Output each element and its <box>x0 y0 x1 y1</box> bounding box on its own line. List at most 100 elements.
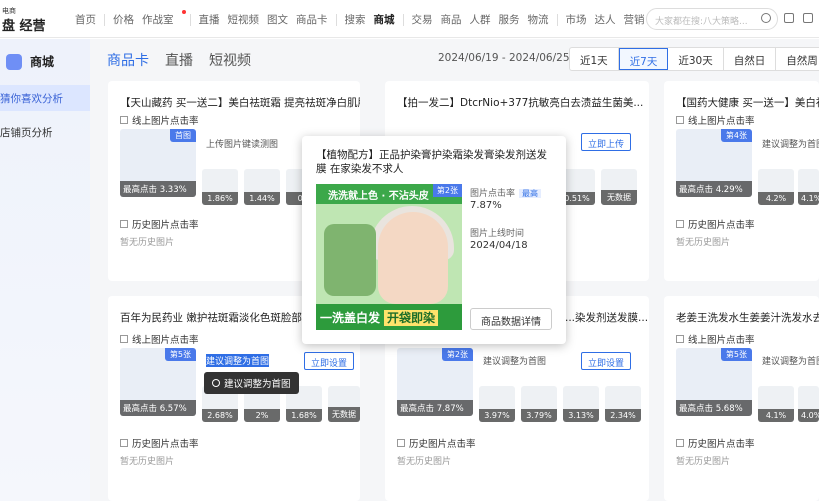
nav-item-warroom-label: 作战室 <box>142 14 174 26</box>
alt-image[interactable]: 3.79% <box>521 386 557 422</box>
checkbox-icon[interactable] <box>676 335 684 343</box>
nav-item-mall[interactable]: 商城 <box>374 12 395 27</box>
nav-item-marketing[interactable]: 营销 <box>624 12 645 27</box>
alt-image[interactable]: 4.1% <box>758 386 794 422</box>
set-now-button[interactable]: 立即设置 <box>581 352 632 370</box>
range-30d[interactable]: 近30天 <box>668 48 724 70</box>
alt-image[interactable]: 4.1% <box>798 169 819 205</box>
nav-item-product[interactable]: 商品 <box>441 12 462 27</box>
nav-item-live[interactable]: 直播 <box>199 12 220 27</box>
nav-item-home[interactable]: 首页 <box>75 12 96 27</box>
click-rate-label: 图片点击率 最高 <box>470 186 542 199</box>
checkbox-icon[interactable] <box>676 439 684 447</box>
alt-image-rate: 4.0% <box>798 409 819 422</box>
range-7d[interactable]: 近7天 <box>618 48 669 70</box>
product-data-detail-button[interactable]: 商品数据详情 <box>470 308 552 330</box>
nav-divider <box>335 13 337 26</box>
nav-item-talent[interactable]: 达人 <box>595 12 616 27</box>
image-badge: 第2张 <box>432 184 462 197</box>
message-icon[interactable] <box>803 13 813 23</box>
nav-item-product-card[interactable]: 商品卡 <box>296 12 328 27</box>
history-rate-label: 历史图片点击率 <box>120 217 199 231</box>
search-icon <box>212 379 220 387</box>
image-caption: 最高点击 4.29% <box>676 181 752 197</box>
checkbox-icon[interactable] <box>120 116 128 124</box>
main-image[interactable]: 首图 最高点击 3.33% <box>120 129 196 197</box>
no-history-text: 暂无历史图片 <box>120 238 175 248</box>
product-title[interactable]: ...染发剂送发膜... <box>565 310 648 325</box>
main-image[interactable]: 第4张 最高点击 4.29% <box>676 129 752 197</box>
alt-image[interactable]: 3.13% <box>563 386 599 422</box>
nav-item-crowd[interactable]: 人群 <box>470 12 491 27</box>
image-caption: 最高点击 5.68% <box>676 400 752 416</box>
main-image[interactable]: 第5张 最高点击 5.68% <box>676 348 752 416</box>
set-now-button[interactable]: 立即设置 <box>304 352 355 370</box>
product-title[interactable]: 【拍一发二】DtcrNio+377抗敏亮白去渍益生菌美... <box>397 95 643 110</box>
no-history-text: 暂无历史图片 <box>676 457 731 467</box>
nav-item-price[interactable]: 价格 <box>113 12 134 27</box>
alt-image[interactable]: 3.97% <box>479 386 515 422</box>
upload-now-button[interactable]: 立即上传 <box>581 133 632 151</box>
range-selector: 近1天 近7天 近30天 自然日 自然周 <box>569 47 819 71</box>
tab-short-video[interactable]: 短视频 <box>209 50 251 70</box>
range-natural-week[interactable]: 自然周 <box>776 48 819 70</box>
no-history-text: 暂无历史图片 <box>397 457 452 467</box>
alt-image-rate: 1.86% <box>202 192 238 205</box>
search-input[interactable]: 大家都在搜:八大策略... <box>646 8 778 30</box>
main-image[interactable]: 第5张 最高点击 6.57% <box>120 348 196 416</box>
online-rate-label: 线上图片点击率 <box>676 113 755 127</box>
date-range[interactable]: 2024/06/19 - 2024/06/25 <box>438 52 570 64</box>
search-icon[interactable] <box>761 13 771 23</box>
monitor-icon[interactable] <box>784 13 794 23</box>
alt-image[interactable]: 无数据 <box>328 386 360 422</box>
app-logo[interactable]: 电商 盘 经营 <box>2 6 50 34</box>
nav-item-market[interactable]: 市场 <box>566 12 587 27</box>
online-rate-label: 线上图片点击率 <box>120 332 199 346</box>
product-title[interactable]: 老姜王洗发水生姜姜汁洗发水去 <box>676 310 819 325</box>
checkbox-icon[interactable] <box>120 220 128 228</box>
image-badge: 首图 <box>170 129 196 142</box>
image-caption: 最高点击 7.87% <box>397 400 473 416</box>
main-image[interactable]: 第2张 最高点击 7.87% <box>397 348 473 416</box>
alt-image[interactable]: 1.44% <box>244 169 280 205</box>
checkbox-icon[interactable] <box>120 439 128 447</box>
image-badge: 第2张 <box>441 348 473 361</box>
alt-image-rate: 1.44% <box>244 192 280 205</box>
product-card: 【国药大健康 买一送一】美白祛 线上图片点击率 第4张 最高点击 4.29% 建… <box>664 81 819 281</box>
bottom-banner-text: 一洗盖白发 <box>320 311 381 325</box>
suggest-hint: 建议调整为首图 <box>762 357 819 367</box>
product-title[interactable]: 百年为民药业 嫩护祛斑霜淡化色斑脸部斑 <box>120 310 312 325</box>
tab-product-card[interactable]: 商品卡 <box>107 50 149 70</box>
nav-item-shortvideo[interactable]: 短视频 <box>228 12 260 27</box>
suggest-tooltip[interactable]: 建议调整为首图 <box>204 372 299 394</box>
nav-item-service[interactable]: 服务 <box>499 12 520 27</box>
nav-item-search[interactable]: 搜索 <box>345 12 366 27</box>
content-tabs: 商品卡 直播 短视频 <box>107 50 267 70</box>
alt-image[interactable]: 2.34% <box>605 386 641 422</box>
tab-live[interactable]: 直播 <box>165 50 193 70</box>
highest-tag: 最高 <box>519 189 542 198</box>
nav-item-graphic[interactable]: 图文 <box>267 12 288 27</box>
sidebar-item-guess-you-like[interactable]: 猜你喜欢分析 <box>0 85 90 111</box>
checkbox-icon[interactable] <box>676 220 684 228</box>
sidebar-item-store-page[interactable]: 店铺页分析 <box>0 119 90 145</box>
nav-divider <box>104 13 105 26</box>
checkbox-icon[interactable] <box>676 116 684 124</box>
alt-image[interactable]: 无数据 <box>601 169 637 205</box>
alt-image[interactable]: 4.0% <box>798 386 819 422</box>
image-caption: 最高点击 6.57% <box>120 400 196 416</box>
nav-item-trade[interactable]: 交易 <box>412 12 433 27</box>
alt-image[interactable]: 4.2% <box>758 169 794 205</box>
product-title[interactable]: 【天山藏药 买一送二】美白祛斑霜 提亮祛斑净白肌肤 <box>120 95 360 110</box>
alt-image[interactable]: 1.86% <box>202 169 238 205</box>
range-1d[interactable]: 近1天 <box>570 48 619 70</box>
history-rate-text: 历史图片点击率 <box>688 439 755 450</box>
product-title[interactable]: 【国药大健康 买一送一】美白祛 <box>676 95 819 110</box>
checkbox-icon[interactable] <box>120 335 128 343</box>
nav-item-warroom[interactable]: 作战室 <box>142 10 186 27</box>
range-natural-day[interactable]: 自然日 <box>724 48 777 70</box>
no-history-text: 暂无历史图片 <box>120 457 175 467</box>
checkbox-icon[interactable] <box>397 439 405 447</box>
online-rate-text: 线上图片点击率 <box>132 116 199 127</box>
nav-item-logistics[interactable]: 物流 <box>528 12 549 27</box>
